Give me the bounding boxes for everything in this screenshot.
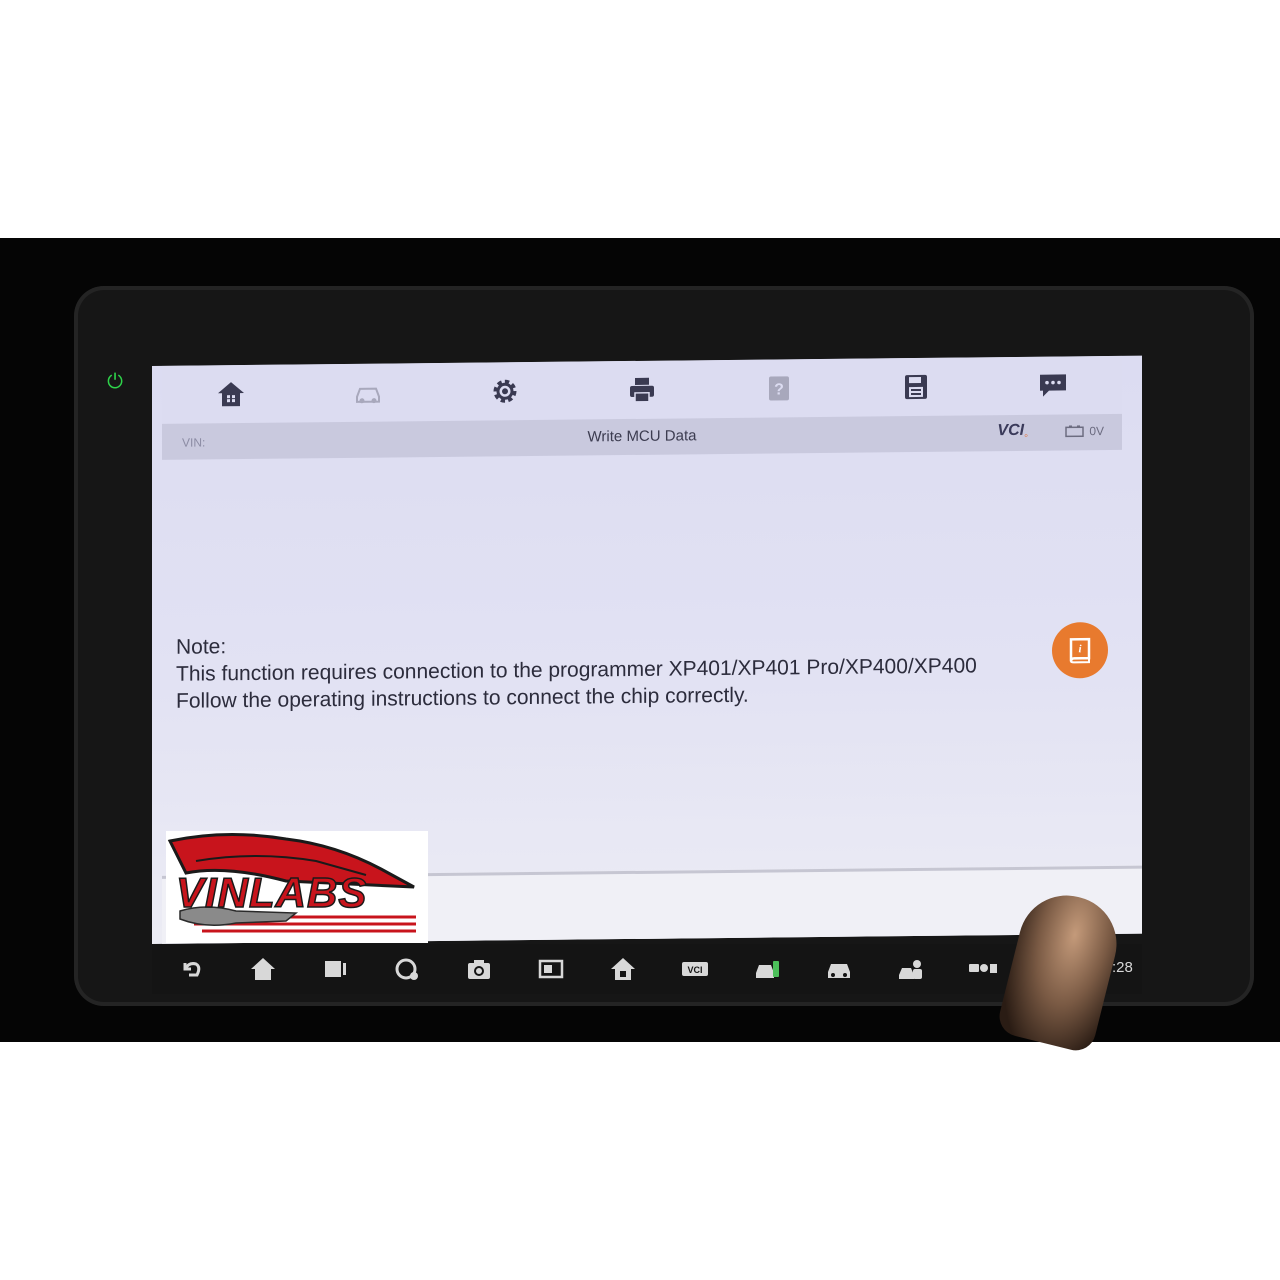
vci-icon: VCI (682, 962, 708, 976)
home-icon (251, 958, 275, 980)
vci-button[interactable]: VCI (676, 952, 714, 986)
screenshot-button[interactable] (532, 952, 570, 986)
home-alt-icon (611, 958, 635, 980)
operating-instructions-button[interactable]: i (1052, 621, 1108, 679)
nav-home-alt-button[interactable] (604, 952, 642, 986)
gear-icon (493, 379, 517, 403)
vci-label: VCI (997, 421, 1025, 440)
svg-text:?: ? (774, 381, 784, 398)
info-book-icon: i (1069, 637, 1091, 664)
nav-home-button[interactable] (244, 952, 282, 986)
system-navigation-bar: VCI :28 (152, 944, 1142, 994)
settings-button[interactable] (475, 367, 535, 416)
page-title: Write MCU Data (587, 427, 697, 446)
browser-button[interactable] (388, 952, 426, 986)
battery-voltage: 0V (1065, 424, 1104, 438)
help-button[interactable]: ? (749, 364, 809, 413)
status-icons (969, 964, 997, 973)
svg-text:VCI: VCI (687, 965, 702, 975)
car-button[interactable] (820, 952, 858, 986)
vci-status: VCI◦ (997, 422, 1028, 443)
browser-icon (395, 958, 418, 980)
vci-connection-icon: ◦ (1024, 430, 1028, 443)
back-button[interactable] (172, 952, 210, 986)
vehicle-diagnosis-icon (756, 961, 779, 978)
back-icon (183, 962, 201, 977)
svg-text:i: i (1078, 643, 1082, 655)
top-toolbar: ? (162, 355, 1122, 424)
technician-icon (899, 960, 922, 979)
save-icon (905, 374, 928, 400)
home-button[interactable] (201, 370, 261, 419)
status-tray[interactable] (964, 952, 1002, 986)
save-button[interactable] (886, 363, 946, 412)
technician-button[interactable] (892, 952, 930, 986)
message-icon (1040, 374, 1067, 397)
vehicle-swap-button[interactable] (338, 368, 398, 417)
note-message: Note: This function requires connection … (176, 625, 977, 714)
home-icon (217, 382, 244, 407)
help-icon: ? (769, 376, 790, 401)
recent-apps-button[interactable] (316, 952, 354, 986)
car-icon (828, 964, 850, 978)
battery-icon (1065, 425, 1085, 438)
camera-icon (468, 960, 490, 979)
message-button[interactable] (1023, 361, 1083, 410)
print-button[interactable] (612, 366, 672, 415)
power-indicator-icon: ⏻ (107, 371, 123, 393)
vinlabs-watermark-logo: VINLABS (166, 831, 428, 943)
vehicle-diagnosis-button[interactable] (748, 952, 786, 986)
vehicle-swap-icon (355, 387, 380, 404)
voltage-value: 0V (1089, 424, 1104, 439)
screenshot-icon (538, 959, 564, 979)
recent-apps-icon (325, 961, 346, 977)
printer-icon (629, 377, 654, 403)
camera-button[interactable] (460, 952, 498, 986)
status-clock: :28 (1112, 959, 1133, 976)
watermark-text: VINLABS (175, 868, 368, 917)
